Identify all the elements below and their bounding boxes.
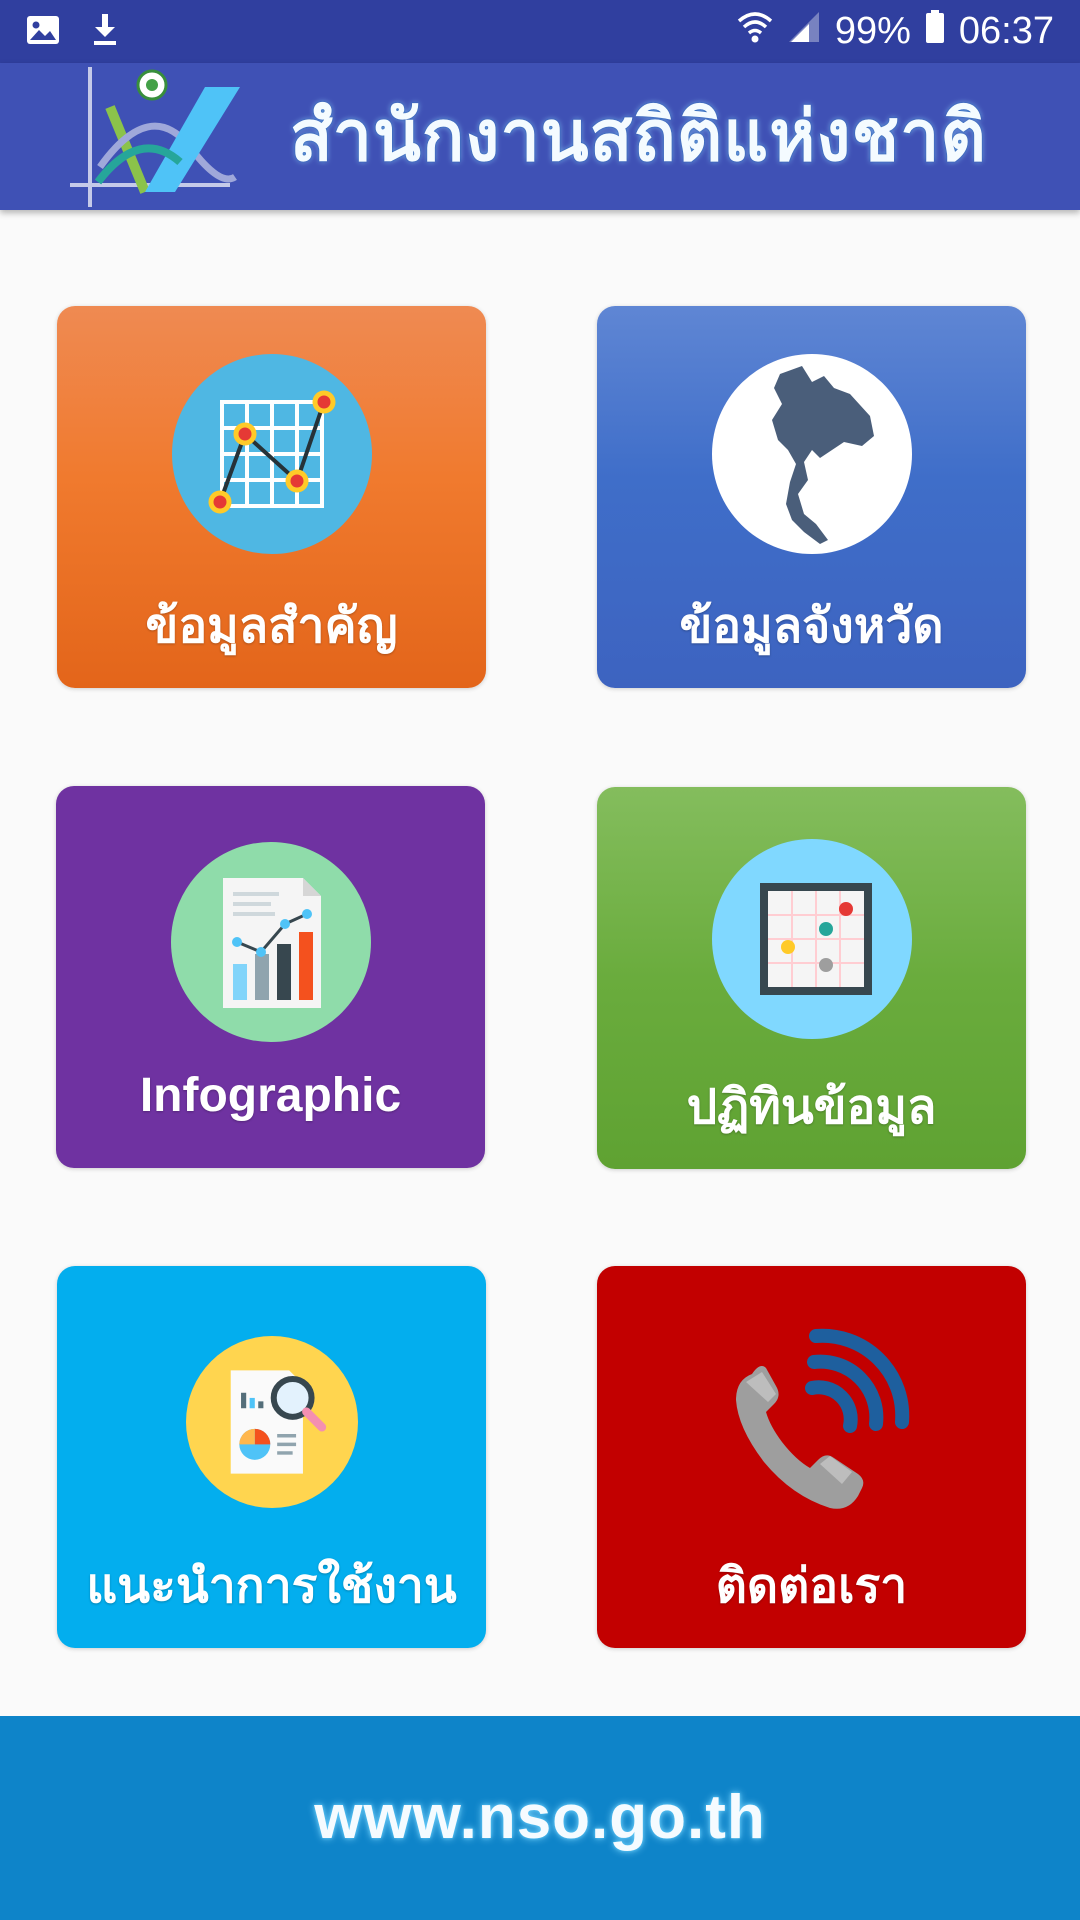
key-data-tile[interactable]: ข้อมูลสำคัญ — [57, 306, 486, 688]
contact-us-tile[interactable]: ติดต่อเรา — [597, 1266, 1026, 1648]
app-bar: สำนักงานสถิติแห่งชาติ — [0, 63, 1080, 210]
document-search-icon — [185, 1336, 358, 1508]
data-calendar-label: ปฏิทินข้อมูล — [686, 1079, 937, 1135]
download-icon — [92, 14, 118, 50]
image-icon — [26, 15, 60, 49]
province-data-label: ข้อมูลจังหวัด — [679, 598, 944, 654]
battery-icon — [925, 10, 945, 53]
report-chart-icon — [170, 842, 371, 1042]
province-data-tile[interactable]: ข้อมูลจังหวัด — [597, 306, 1026, 688]
battery-percent: 99% — [834, 10, 911, 52]
infographic-label: Infographic — [139, 1069, 402, 1122]
clock: 06:37 — [958, 10, 1054, 52]
signal-icon — [787, 10, 821, 53]
data-calendar-tile[interactable]: ปฏิทินข้อมูล — [597, 787, 1026, 1169]
infographic-tile[interactable]: Infographic — [56, 786, 485, 1168]
wifi-icon — [737, 10, 773, 53]
nso-logo — [70, 67, 245, 207]
website-link[interactable]: www.nso.go.th — [0, 1716, 1080, 1920]
footer-banner: www.nso.go.th — [0, 1716, 1080, 1920]
line-chart-icon — [171, 354, 372, 554]
key-data-label: ข้อมูลสำคัญ — [145, 598, 398, 654]
status-bar: 99% 06:37 — [0, 0, 1080, 63]
user-guide-label: แนะนำการใช้งาน — [86, 1558, 457, 1614]
data-calendar-icon — [711, 839, 912, 1039]
thailand-map-icon — [711, 354, 912, 554]
user-guide-tile[interactable]: แนะนำการใช้งาน — [57, 1266, 486, 1648]
app-title: สำนักงานสถิติแห่งชาติ — [290, 95, 987, 177]
contact-us-label: ติดต่อเรา — [715, 1558, 908, 1614]
phone-call-icon — [712, 1324, 912, 1524]
